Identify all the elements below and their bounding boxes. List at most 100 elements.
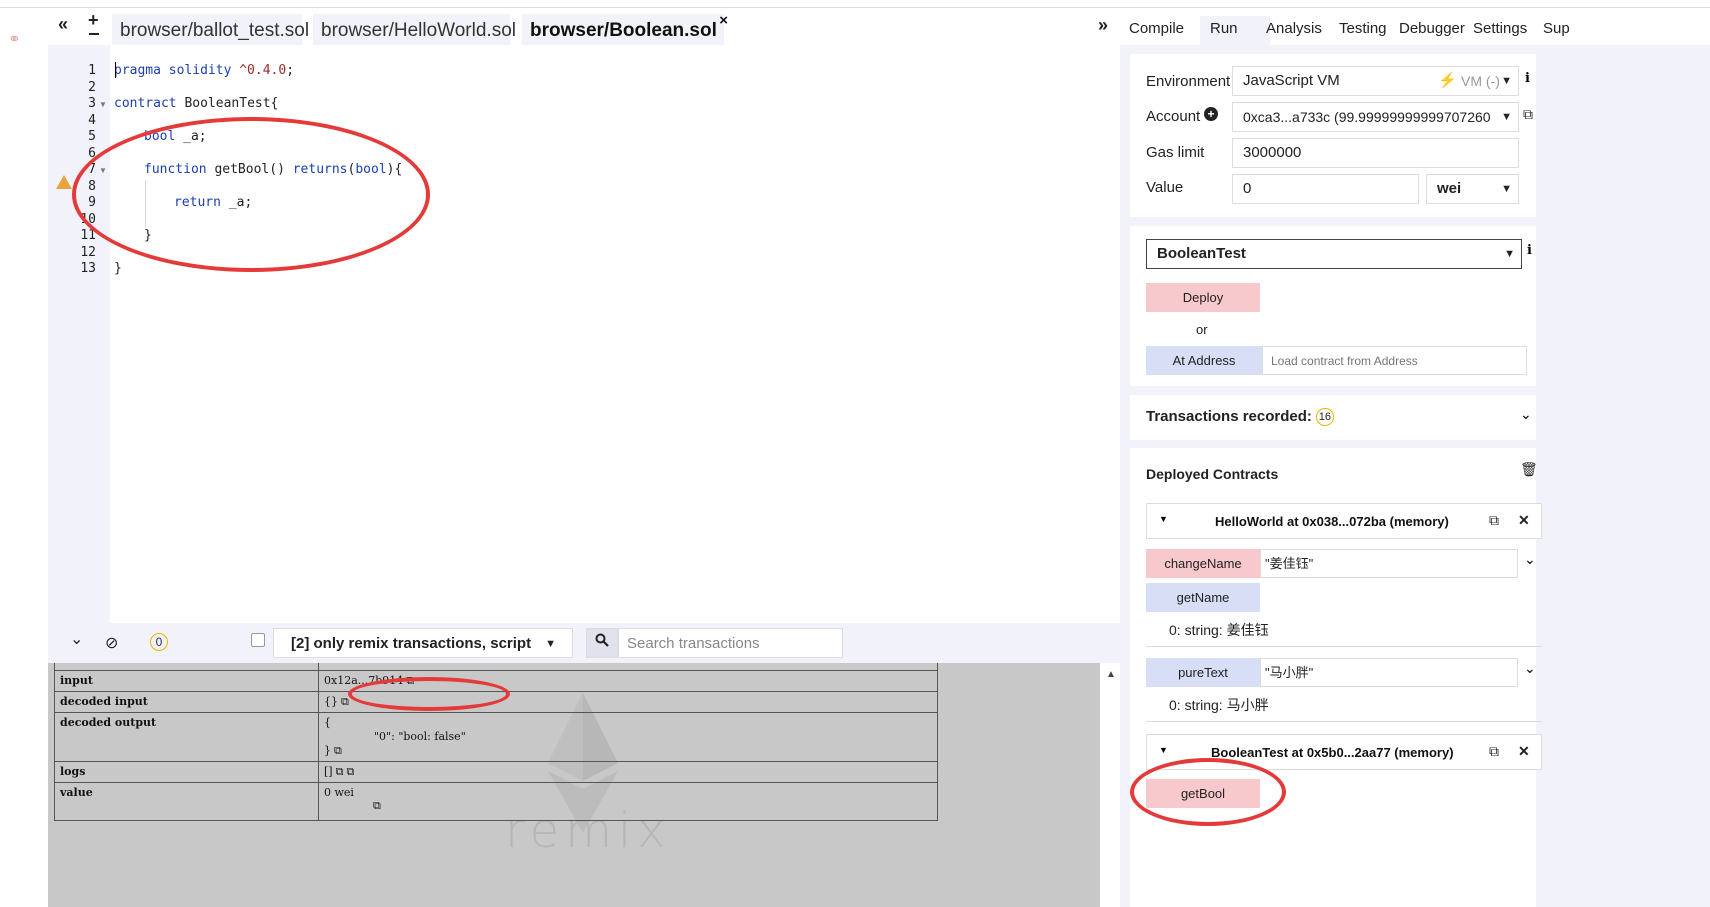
- copy-icon[interactable]: ⧉: [1489, 512, 1499, 529]
- value-unit: wei: [1437, 180, 1462, 197]
- filter-label: [2] only remix transactions, script: [291, 635, 532, 652]
- chevron-down-icon: ▼: [1501, 183, 1512, 195]
- copy-icon[interactable]: ⧉: [1523, 106, 1533, 123]
- function-button-getname[interactable]: getName: [1146, 583, 1260, 612]
- value-text: []: [324, 765, 333, 778]
- tab-ballot-test[interactable]: browser/ballot_test.sol: [112, 14, 309, 45]
- line-number: 1: [88, 63, 96, 78]
- search-transactions-input[interactable]: [618, 628, 843, 658]
- gas-limit-value: 3000000: [1243, 144, 1302, 161]
- account-value: 0xca3...a733c (99.99999999999707260: [1243, 109, 1491, 125]
- fold-arrow-icon[interactable]: ▼: [99, 100, 107, 109]
- close-icon[interactable]: ✕: [1518, 512, 1530, 529]
- tab-helloworld[interactable]: browser/HelloWorld.sol: [313, 14, 516, 45]
- code-line-1: pragma solidity ^0.4.0;: [114, 63, 294, 78]
- copy-icon[interactable]: ⧉: [373, 799, 381, 812]
- function-arg-input[interactable]: "姜佳钰": [1260, 549, 1518, 578]
- value-text: 0 wei: [324, 786, 354, 799]
- deployed-contracts-card: Deployed Contracts 🗑 ▼ HelloWorld at 0x0…: [1130, 448, 1542, 907]
- info-icon[interactable]: i: [1527, 243, 1532, 258]
- contract-select[interactable]: BooleanTest ▼: [1146, 239, 1522, 269]
- search-icon[interactable]: [586, 628, 618, 658]
- plugin-icon[interactable]: ⚭: [8, 30, 21, 48]
- value-close: }: [324, 744, 331, 757]
- or-label: or: [1196, 322, 1208, 337]
- terminal-toolbar: ⌄ ⊘ 0 [2] only remix transactions, scrip…: [48, 623, 1220, 663]
- function-arg: "马小胖": [1265, 665, 1314, 680]
- left-rail: ⚭: [0, 8, 48, 907]
- row-key: decoded output: [54, 712, 319, 762]
- row-key: logs: [54, 761, 319, 783]
- collapse-left-icon[interactable]: «: [58, 14, 68, 35]
- line-number: 3: [88, 96, 96, 111]
- value-inner: "0": "bool: false": [374, 730, 466, 743]
- contract-name: BooleanTest: [1157, 245, 1246, 262]
- tab-testing[interactable]: Testing: [1339, 20, 1387, 37]
- divider: [1146, 646, 1542, 647]
- trash-icon[interactable]: 🗑: [1520, 461, 1538, 478]
- value-amount: 0: [1243, 180, 1252, 197]
- instance-header[interactable]: ▼ HelloWorld at 0x038...072ba (memory) ⧉…: [1146, 503, 1542, 539]
- copy-icon[interactable]: ⧉: [334, 744, 342, 757]
- environment-card: Environment JavaScript VM ⚡ VM (-) ▼ i A…: [1130, 54, 1536, 217]
- row-key: input: [54, 670, 319, 692]
- collapse-terminal-icon[interactable]: ⌄: [70, 629, 83, 649]
- tab-settings[interactable]: Settings: [1473, 20, 1527, 37]
- gas-limit-input[interactable]: 3000000: [1232, 138, 1519, 168]
- value-label: Value: [1146, 179, 1184, 196]
- copy-icon[interactable]: ⧉: [1489, 743, 1499, 760]
- tab-compile[interactable]: Compile: [1129, 20, 1184, 37]
- add-file-icon[interactable]: +: [88, 10, 99, 31]
- add-account-icon[interactable]: +: [1204, 107, 1218, 121]
- table-row: value 0 wei ⧉: [54, 782, 938, 821]
- add-file-underline: [89, 33, 99, 35]
- account-select[interactable]: 0xca3...a733c (99.99999999999707260 ▼: [1232, 102, 1519, 132]
- search-icon-glyph: [595, 633, 609, 647]
- tab-debugger[interactable]: Debugger: [1399, 20, 1465, 37]
- listen-network-checkbox[interactable]: [251, 633, 265, 647]
- right-tabs: Compile Run Analysis Testing Debugger Se…: [1120, 8, 1710, 45]
- deploy-button[interactable]: Deploy: [1146, 283, 1260, 312]
- scroll-up-icon[interactable]: ▲: [1106, 669, 1116, 680]
- tab-label: browser/ballot_test.sol: [120, 20, 310, 41]
- account-label: Account: [1146, 108, 1201, 125]
- row-key: decoded input: [54, 691, 319, 713]
- code-version: ^0.4.0: [239, 63, 287, 78]
- line-number: 5: [88, 129, 96, 144]
- copy-icon[interactable]: ⧉: [336, 765, 344, 778]
- clear-console-icon[interactable]: ⊘: [105, 633, 118, 653]
- value-input[interactable]: 0: [1232, 174, 1419, 204]
- function-result: 0: string: 姜佳钰: [1169, 622, 1269, 638]
- copy-icon[interactable]: ⧉: [346, 765, 354, 778]
- transactions-recorded-card[interactable]: Transactions recorded: 16 ⌄: [1130, 395, 1536, 440]
- instance-title: HelloWorld at 0x038...072ba (memory): [1215, 514, 1449, 529]
- tab-support[interactable]: Sup: [1543, 20, 1570, 37]
- table-row: decoded output { "0": "bool: false" } ⧉: [54, 712, 938, 762]
- function-arg-input[interactable]: "马小胖": [1260, 658, 1518, 687]
- value-unit-select[interactable]: wei ▼: [1426, 174, 1519, 204]
- at-address-input[interactable]: [1262, 346, 1527, 375]
- close-tab-icon[interactable]: ×: [719, 4, 728, 38]
- info-icon[interactable]: i: [1525, 71, 1530, 86]
- console-scrollbar[interactable]: ▲: [1100, 663, 1120, 907]
- row-key: value: [54, 782, 319, 821]
- divider: [1146, 721, 1542, 722]
- chevron-down-icon[interactable]: ⌄: [1520, 406, 1532, 423]
- console-filter-select[interactable]: [2] only remix transactions, script ▼: [273, 628, 573, 658]
- function-name: pureText: [1178, 665, 1228, 680]
- chevron-down-icon[interactable]: ⌄: [1524, 660, 1536, 677]
- copy-icon[interactable]: ⧉: [341, 695, 349, 708]
- tab-run[interactable]: Run: [1210, 20, 1238, 37]
- collapse-right-icon[interactable]: »: [1098, 15, 1108, 36]
- expand-arrow-icon[interactable]: ▼: [1159, 514, 1168, 524]
- chevron-down-icon[interactable]: ⌄: [1524, 551, 1536, 568]
- close-icon[interactable]: ✕: [1518, 743, 1530, 760]
- tab-boolean[interactable]: browser/Boolean.sol ×: [522, 12, 728, 45]
- function-button-changename[interactable]: changeName: [1146, 549, 1260, 578]
- environment-select[interactable]: JavaScript VM ⚡ VM (-) ▼: [1232, 66, 1519, 96]
- function-button-puretext[interactable]: pureText: [1146, 658, 1260, 687]
- tab-analysis[interactable]: Analysis: [1266, 20, 1322, 37]
- expand-arrow-icon[interactable]: ▼: [1159, 745, 1168, 755]
- transactions-count-badge: 16: [1315, 408, 1334, 426]
- at-address-button[interactable]: At Address: [1146, 346, 1262, 375]
